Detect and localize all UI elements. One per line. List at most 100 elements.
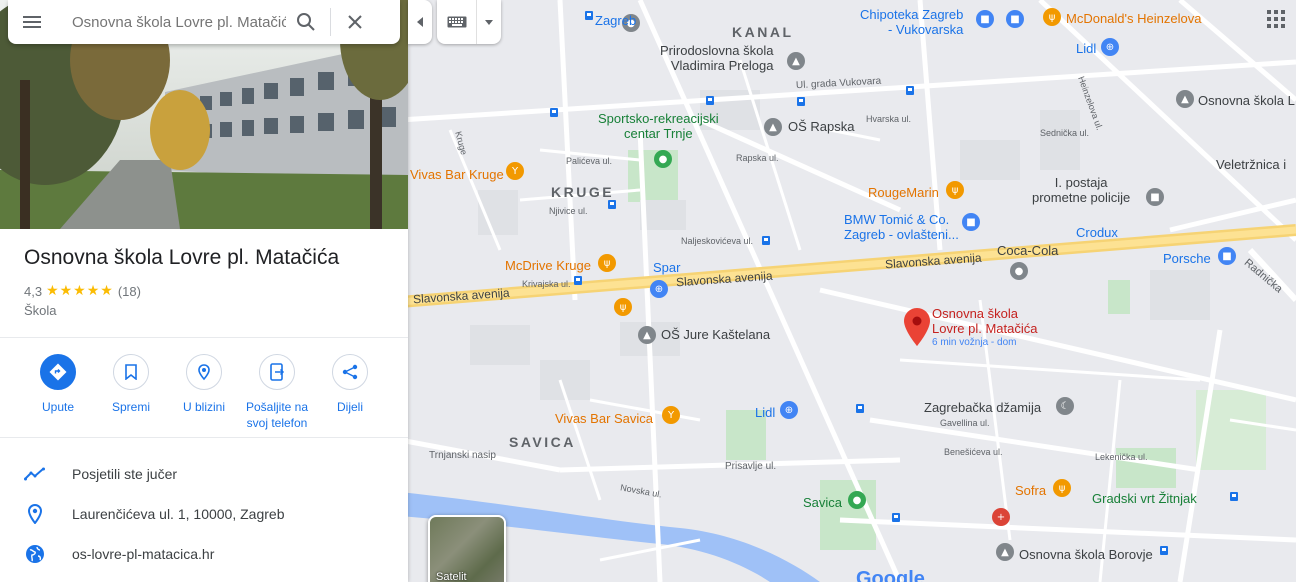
poi-prirodoslovna[interactable]: Prirodoslovna škola Vladimira Preloga (660, 43, 773, 74)
share-button[interactable]: Dijeli (310, 354, 390, 415)
send-to-phone-label: Pošaljite na svoj telefon (245, 400, 309, 430)
poi-porsche[interactable]: Porsche (1163, 251, 1211, 267)
poi-zagreb[interactable]: Zagreb (595, 13, 636, 29)
transit-stop-icon[interactable] (892, 513, 900, 522)
input-tools-control[interactable] (437, 0, 501, 44)
location-pin-icon (0, 504, 72, 524)
poi-vivas-kruge[interactable]: Vivas Bar Kruge (410, 167, 504, 183)
transit-stop-icon[interactable] (1160, 546, 1168, 555)
selected-place-marker-icon[interactable] (904, 308, 930, 346)
poi-cocacola[interactable]: Coca-Cola (997, 243, 1058, 259)
restaurant-icon[interactable]: ψ (1053, 479, 1071, 497)
poi-os-borovje[interactable]: Osnovna škola Borovje (1019, 547, 1153, 563)
transit-stop-icon[interactable] (574, 276, 582, 285)
street-label-gavellina: Gavellina ul. (940, 418, 990, 428)
street-label-benesiceva: Benešićeva ul. (944, 447, 1003, 457)
shopping-cart-icon[interactable]: ⊕ (780, 401, 798, 419)
send-to-phone-button[interactable]: Pošaljite na svoj telefon (237, 354, 317, 431)
selected-place-eta: 6 min vožnja - dom (932, 336, 1017, 348)
police-icon[interactable]: ■ (1146, 188, 1164, 206)
street-label-paliceva: Palićeva ul. (566, 156, 613, 166)
selected-place-name-line1: Osnovna škola (932, 306, 1018, 321)
satellite-layer-toggle[interactable]: Satelit (428, 515, 506, 582)
rating-value: 4,3 (24, 283, 43, 299)
poi-rougemarin[interactable]: RougeMarin (868, 185, 939, 201)
restaurant-icon[interactable]: ψ (946, 181, 964, 199)
poi-veletrznica[interactable]: Veletržnica i (1216, 157, 1286, 173)
chevron-down-icon[interactable] (477, 0, 501, 44)
hospital-icon[interactable]: + (992, 508, 1010, 526)
poi-lidl[interactable]: Lidl (1076, 41, 1096, 57)
school-icon[interactable]: ▲ (1176, 90, 1194, 108)
car-dealer-icon[interactable]: ■ (1218, 247, 1236, 265)
search-icon[interactable] (286, 0, 326, 44)
place-title: Osnovna škola Lovre pl. Matačića (24, 246, 340, 269)
poi-mcdrive[interactable]: McDrive Kruge (505, 258, 591, 274)
street-label-prisavlje: Prisavlje ul. (725, 461, 777, 472)
school-icon[interactable]: ▲ (764, 118, 782, 136)
transit-stop-icon[interactable] (706, 96, 714, 105)
directions-button[interactable]: Upute (18, 354, 98, 415)
transit-stop-icon[interactable] (762, 236, 770, 245)
poi-lidl[interactable]: Lidl (755, 405, 775, 421)
transit-stop-icon[interactable] (1230, 492, 1238, 501)
poi-spar[interactable]: Spar (653, 260, 680, 276)
globe-icon (0, 544, 72, 564)
poi-dzamija[interactable]: Zagrebačka džamija (924, 400, 1041, 416)
search-input[interactable] (56, 2, 286, 42)
restaurant-icon[interactable]: ψ (598, 254, 616, 272)
transit-stop-icon[interactable] (856, 404, 864, 413)
location-icon[interactable]: ● (1010, 262, 1028, 280)
poi-crodux[interactable]: Crodux (1076, 225, 1118, 241)
shopping-cart-icon[interactable]: ⊕ (650, 280, 668, 298)
transit-stop-icon[interactable] (906, 86, 914, 95)
mosque-icon[interactable]: ☾ (1056, 397, 1074, 415)
keyboard-icon[interactable] (437, 0, 477, 44)
bar-icon[interactable]: Y (662, 406, 680, 424)
save-button[interactable]: Spremi (91, 354, 171, 415)
shopping-bag-icon[interactable]: ■ (1006, 10, 1024, 28)
school-icon[interactable]: ▲ (787, 52, 805, 70)
poi-vivas-savica[interactable]: Vivas Bar Savica (555, 411, 653, 427)
transit-stop-icon[interactable] (797, 97, 805, 106)
review-count-link[interactable]: (18) (118, 284, 141, 299)
transit-stop-icon[interactable] (550, 108, 558, 117)
website-row[interactable]: os-lovre-pl-matacica.hr (0, 534, 408, 574)
poi-mcdonalds[interactable]: McDonald's Heinzelova (1066, 11, 1201, 27)
school-icon[interactable]: ▲ (638, 326, 656, 344)
transit-stop-icon[interactable] (585, 11, 593, 20)
place-side-panel: Osnovna škola Lovre pl. Matačića 4,3 ★★★… (0, 0, 408, 582)
school-icon[interactable]: ▲ (996, 543, 1014, 561)
place-category[interactable]: Škola (24, 303, 57, 318)
poi-savica[interactable]: Savica (803, 495, 842, 511)
restaurant-icon[interactable]: ψ (1043, 8, 1061, 26)
car-dealer-icon[interactable]: ■ (962, 213, 980, 231)
shopping-bag-icon[interactable]: ■ (976, 10, 994, 28)
street-label-hvarska: Hvarska ul. (866, 114, 912, 124)
nearby-button[interactable]: U blizini (164, 354, 244, 415)
poi-gradski-vrt[interactable]: Gradski vrt Žitnjak (1092, 491, 1197, 507)
poi-postaja[interactable]: I. postaja prometne policije (1032, 175, 1130, 206)
poi-os-lovre-right[interactable]: Osnovna škola L (1198, 93, 1295, 109)
park-icon[interactable]: ● (848, 491, 866, 509)
poi-os-rapska[interactable]: OŠ Rapska (788, 119, 854, 135)
poi-bmw[interactable]: BMW Tomić & Co. Zagreb - ovlašteni... (844, 212, 959, 243)
selected-place-label[interactable]: Osnovna škola Lovre pl. Matačića 6 min v… (932, 306, 1038, 348)
transit-stop-icon[interactable] (608, 200, 616, 209)
park-icon[interactable]: ● (654, 150, 672, 168)
shopping-cart-icon[interactable]: ⊕ (1101, 38, 1119, 56)
collapse-panel-button[interactable] (408, 0, 432, 44)
google-logo: Google (856, 568, 925, 582)
street-label-sednicka: Sednička ul. (1040, 128, 1090, 138)
poi-sportsko[interactable]: Sportsko-rekreacijski centar Trnje (598, 111, 719, 142)
poi-chipoteka[interactable]: Chipoteka Zagreb - Vukovarska (860, 7, 963, 38)
menu-icon[interactable] (8, 0, 56, 44)
bar-icon[interactable]: Y (506, 162, 524, 180)
restaurant-icon[interactable]: ψ (614, 298, 632, 316)
address-row[interactable]: Laurenčićeva ul. 1, 10000, Zagreb (0, 494, 408, 534)
poi-os-jure[interactable]: OŠ Jure Kaštelana (661, 327, 770, 343)
apps-grid-icon[interactable] (1264, 7, 1288, 31)
poi-sofra[interactable]: Sofra (1015, 483, 1046, 499)
close-icon[interactable] (335, 0, 375, 44)
visit-history-row[interactable]: Posjetili ste jučer (0, 454, 408, 494)
